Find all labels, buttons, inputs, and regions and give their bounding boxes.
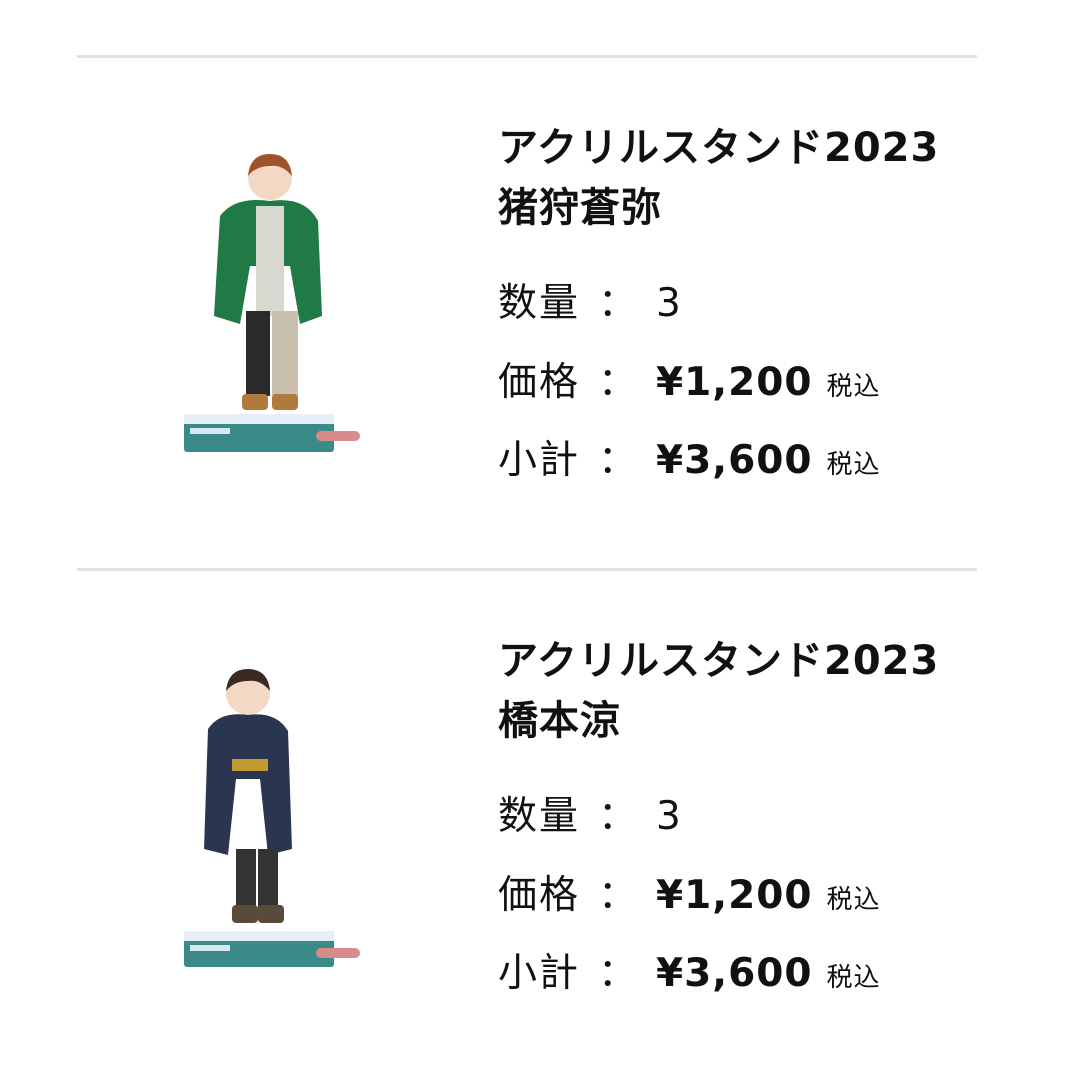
price-row: 価格 ： ¥1,200 税込 bbox=[498, 358, 881, 408]
price-tax-note: 税込 bbox=[826, 885, 881, 915]
quantity-row: 数量 ： 3 bbox=[498, 792, 681, 842]
product-title[interactable]: アクリルスタンド2023 橋本涼 bbox=[498, 631, 939, 751]
price-label: 価格 bbox=[498, 360, 581, 405]
price-colon: ： bbox=[598, 360, 638, 405]
quantity-row: 数量 ： 3 bbox=[498, 279, 681, 329]
quantity-colon: ： bbox=[598, 281, 638, 326]
subtotal-label: 小計 bbox=[498, 951, 581, 996]
cart-item: アクリルスタンド2023 猪狩蒼弥 数量 ： 3 価格 ： ¥1,200 税込 小計 ： ¥3… bbox=[0, 58, 1080, 483]
quantity-label: 数量 bbox=[498, 281, 581, 326]
product-title-line2: 橋本涼 bbox=[498, 698, 621, 744]
subtotal-colon: ： bbox=[598, 951, 638, 996]
subtotal-tax-note: 税込 bbox=[826, 450, 881, 480]
quantity-label: 数量 bbox=[498, 794, 581, 839]
product-title[interactable]: アクリルスタンド2023 猪狩蒼弥 bbox=[498, 118, 939, 238]
quantity-value: 3 bbox=[656, 794, 681, 839]
subtotal-tax-note: 税込 bbox=[826, 963, 881, 993]
subtotal-value: ¥3,600 bbox=[656, 438, 813, 483]
product-image-acrylic-stand[interactable] bbox=[150, 659, 390, 989]
product-image-acrylic-stand[interactable] bbox=[150, 146, 390, 476]
price-row: 価格 ： ¥1,200 税込 bbox=[498, 871, 881, 921]
price-tax-note: 税込 bbox=[826, 372, 881, 402]
product-title-line1: アクリルスタンド2023 bbox=[498, 125, 940, 171]
subtotal-row: 小計 ： ¥3,600 税込 bbox=[498, 436, 881, 486]
subtotal-value: ¥3,600 bbox=[656, 951, 813, 996]
price-label: 価格 bbox=[498, 873, 581, 918]
subtotal-row: 小計 ： ¥3,600 税込 bbox=[498, 949, 881, 999]
subtotal-colon: ： bbox=[598, 438, 638, 483]
cart-item: アクリルスタンド2023 橋本涼 数量 ： 3 価格 ： ¥1,200 税込 小計 ： ¥3,… bbox=[0, 571, 1080, 996]
product-title-line2: 猪狩蒼弥 bbox=[498, 185, 662, 231]
subtotal-label: 小計 bbox=[498, 438, 581, 483]
price-value: ¥1,200 bbox=[656, 360, 813, 405]
product-title-line1: アクリルスタンド2023 bbox=[498, 638, 940, 684]
quantity-value: 3 bbox=[656, 281, 681, 326]
price-value: ¥1,200 bbox=[656, 873, 813, 918]
price-colon: ： bbox=[598, 873, 638, 918]
quantity-colon: ： bbox=[598, 794, 638, 839]
